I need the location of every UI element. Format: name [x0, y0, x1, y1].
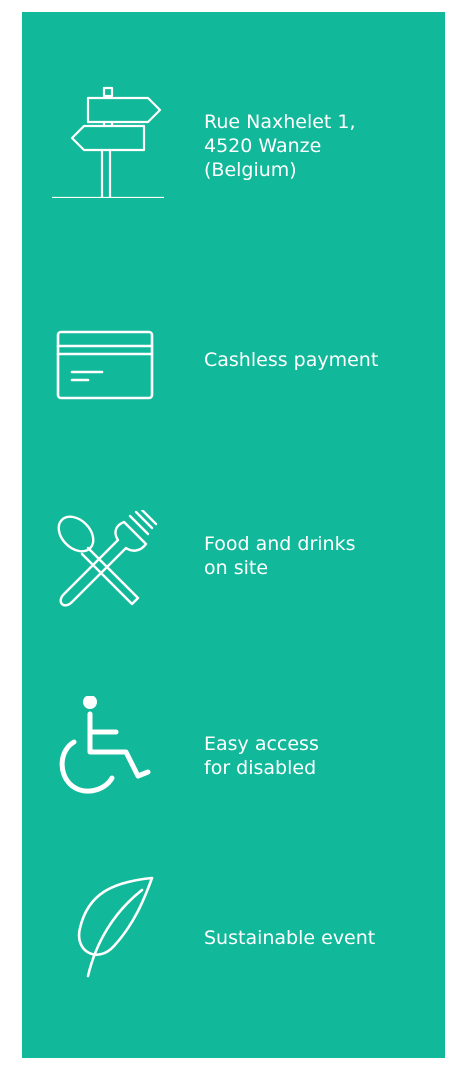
feature-food-label: Food and drinks on site	[204, 533, 356, 579]
signpost-icon	[52, 86, 164, 198]
wheelchair-icon	[52, 696, 164, 808]
feature-address-label: Rue Naxhelet 1, 4520 Wanze (Belgium)	[204, 111, 356, 181]
feature-cashless-label: Cashless payment	[204, 349, 379, 371]
leaf-icon	[52, 872, 164, 984]
fork-spoon-icon	[52, 510, 164, 622]
credit-card-icon	[52, 326, 164, 438]
feature-sustainable-label: Sustainable event	[204, 927, 376, 949]
info-panel: Rue Naxhelet 1, 4520 Wanze (Belgium) Cas…	[22, 12, 445, 1058]
feature-accessibility-label: Easy access for disabled	[204, 733, 319, 779]
